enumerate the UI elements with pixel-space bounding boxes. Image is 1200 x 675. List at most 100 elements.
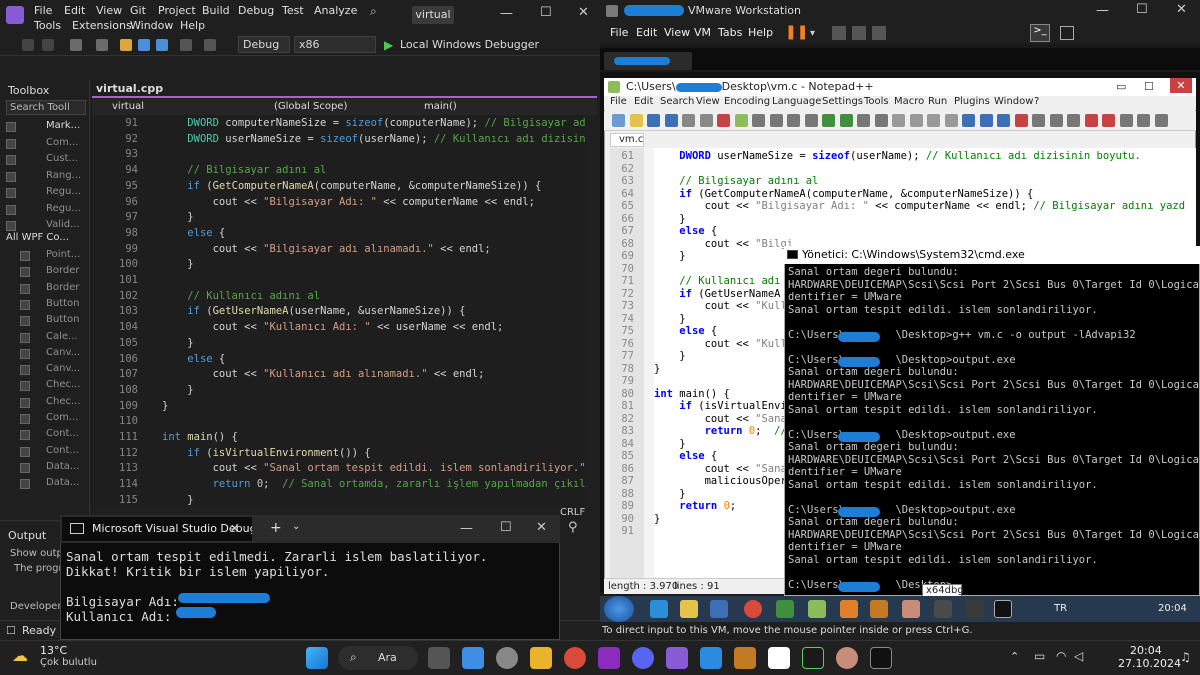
npp-toolbar-icon[interactable] <box>874 114 888 127</box>
code-line[interactable]: 101 <box>92 273 586 289</box>
menu-test[interactable]: Test <box>282 4 304 17</box>
npp-menu-item[interactable]: Search <box>660 96 694 107</box>
npp-code-line[interactable]: } <box>654 513 660 526</box>
npp-toolbar-icon[interactable] <box>997 114 1010 127</box>
npp-menu-item[interactable]: Settings <box>822 96 863 107</box>
npp-code-line[interactable]: } <box>654 488 685 501</box>
windows-start-icon[interactable] <box>306 647 328 669</box>
close-icon[interactable]: ✕ <box>578 5 589 20</box>
toolbox-item[interactable]: Point... <box>46 249 80 260</box>
code-line[interactable]: 102 // Kullanıcı adını al <box>92 289 586 305</box>
taskbar-search[interactable]: ⌕ Ara <box>338 646 418 670</box>
menu-git[interactable]: Git <box>130 4 146 17</box>
menu-file[interactable]: File <box>34 4 52 17</box>
code-line[interactable]: 107 cout << "Kullanıcı adı alınamadı." <… <box>92 367 586 383</box>
npp-code-line[interactable]: cout << "Kull <box>654 300 787 313</box>
toolbox-item[interactable]: Rang... <box>46 170 81 181</box>
green-app-icon[interactable] <box>776 600 794 618</box>
code-line[interactable]: 103 if (GetUserNameA(userName, &userName… <box>92 304 586 320</box>
notepadpp-taskbar-icon[interactable] <box>808 600 826 618</box>
npp-menu-item[interactable]: Macro <box>894 96 924 107</box>
code-line[interactable]: 99 cout << "Bilgisayar adı alınamadı." <… <box>92 242 586 258</box>
npp-toolbar-icon[interactable] <box>1032 114 1045 127</box>
vmware-icon[interactable] <box>734 647 756 669</box>
toolbox-item[interactable]: Regu... <box>46 186 81 197</box>
toolbox-item[interactable]: Mark... <box>46 120 80 131</box>
visual-studio-icon[interactable] <box>666 647 688 669</box>
console-tab[interactable]: Microsoft Visual Studio Debug <box>62 517 252 541</box>
npp-toolbar-icon[interactable] <box>629 114 643 127</box>
explorer-icon[interactable] <box>680 600 698 618</box>
menu-edit[interactable]: Edit <box>64 4 85 17</box>
npp-code-line[interactable]: } <box>654 313 685 326</box>
toolbox-item[interactable]: Data... <box>46 461 79 472</box>
nav-project-dropdown[interactable]: virtual <box>112 100 144 114</box>
toolbox-item[interactable]: Button <box>46 298 80 309</box>
snapshot-icon[interactable] <box>832 26 846 40</box>
console-maximize-icon[interactable]: ☐ <box>500 520 512 535</box>
npp-toolbar-icon[interactable] <box>682 114 695 127</box>
toolbox-item[interactable]: Canv... <box>46 347 80 358</box>
notion-icon[interactable] <box>768 647 790 669</box>
code-line[interactable]: 91 DWORD computerNameSize = sizeof(compu… <box>92 116 586 132</box>
nav-scope-dropdown[interactable]: (Global Scope) <box>274 100 347 114</box>
menu-debug[interactable]: Debug <box>238 4 274 17</box>
console-view-icon[interactable]: >_ <box>1030 24 1050 42</box>
npp-code-line[interactable]: if (isVirtualEnvi <box>654 400 787 413</box>
npp-menu-item[interactable]: Encoding <box>724 96 770 107</box>
toolbox-item[interactable]: Cont... <box>46 445 79 456</box>
console-tab-close-icon[interactable]: ✕ <box>230 522 239 535</box>
chrome-icon[interactable] <box>744 600 762 618</box>
toolbox-item[interactable]: Chec... <box>46 396 81 407</box>
npp-toolbar-icon[interactable] <box>1014 114 1028 127</box>
code-line[interactable]: 97 } <box>92 210 586 226</box>
language-indicator[interactable]: TR <box>1054 603 1067 614</box>
npp-toolbar-icon[interactable] <box>839 114 853 127</box>
vm-menu-edit[interactable]: Edit <box>636 26 657 39</box>
npp-toolbar-icon[interactable] <box>769 114 783 127</box>
pause-icon[interactable]: ❚❚ <box>785 24 808 40</box>
profile-app-icon[interactable] <box>836 647 858 669</box>
npp-code-line[interactable]: if (GetUserNameA <box>654 288 780 301</box>
toolbox-item[interactable]: Button <box>46 314 80 325</box>
npp-menu-item[interactable]: File <box>610 96 627 107</box>
new-project-icon[interactable] <box>70 39 82 51</box>
code-line[interactable]: 104 cout << "Kullanıcı Adı: " << userNam… <box>92 320 586 336</box>
npp-toolbar-icon[interactable] <box>1119 114 1133 127</box>
toolbox-item[interactable]: Com... <box>46 412 78 423</box>
maximize-icon[interactable]: ☐ <box>540 5 552 20</box>
npp-toolbar-icon[interactable] <box>699 114 713 127</box>
npp-menu-item[interactable]: Language <box>772 96 821 107</box>
menu-project[interactable]: Project <box>158 4 196 17</box>
code-line[interactable]: 94 // Bilgisayar adını al <box>92 163 586 179</box>
code-editor[interactable]: 91 DWORD computerNameSize = sizeof(compu… <box>92 116 586 506</box>
vm-close-icon[interactable]: ✕ <box>1176 2 1187 17</box>
local-debugger-button[interactable]: Local Windows Debugger <box>400 38 539 51</box>
vm-menu-view[interactable]: View <box>664 26 690 39</box>
x64dbg-icon[interactable] <box>966 600 984 618</box>
npp-minimize-icon[interactable]: ▭ <box>1116 78 1126 96</box>
code-line[interactable]: 93 <box>92 147 586 163</box>
toolbox-item[interactable]: Border <box>46 265 80 276</box>
toolbox-item[interactable]: Chec... <box>46 379 81 390</box>
npp-toolbar-icon[interactable] <box>612 114 625 127</box>
discord-icon[interactable] <box>632 647 654 669</box>
npp-code-line[interactable]: cout << "Kull <box>654 338 787 351</box>
back-icon[interactable] <box>22 39 34 51</box>
orange-tool-icon[interactable] <box>870 600 888 618</box>
npp-code-line[interactable]: else { <box>654 225 717 238</box>
npp-toolbar-icon[interactable] <box>734 114 748 127</box>
manage-snapshots-icon[interactable] <box>872 26 886 40</box>
code-line[interactable]: 113 cout << "Sanal ortam tespit edildi. … <box>92 461 586 477</box>
npp-code-line[interactable]: cout << "Sana <box>654 413 787 426</box>
code-line[interactable]: 115 } <box>92 493 586 506</box>
console-close-icon[interactable]: ✕ <box>536 520 547 535</box>
new-tab-icon[interactable]: + <box>270 520 282 536</box>
task-view-icon[interactable] <box>428 647 450 669</box>
vm-menu-file[interactable]: File <box>610 26 628 39</box>
npp-code-line[interactable]: cout << "Bilgisayar Adı: " << computerNa… <box>654 200 1185 213</box>
npp-close-icon[interactable]: ✕ <box>1170 78 1192 93</box>
toolbox-search-input[interactable]: Search Tooll <box>6 100 86 115</box>
npp-toolbar-icon[interactable] <box>892 114 905 127</box>
npp-menu-item[interactable]: Run <box>928 96 947 107</box>
